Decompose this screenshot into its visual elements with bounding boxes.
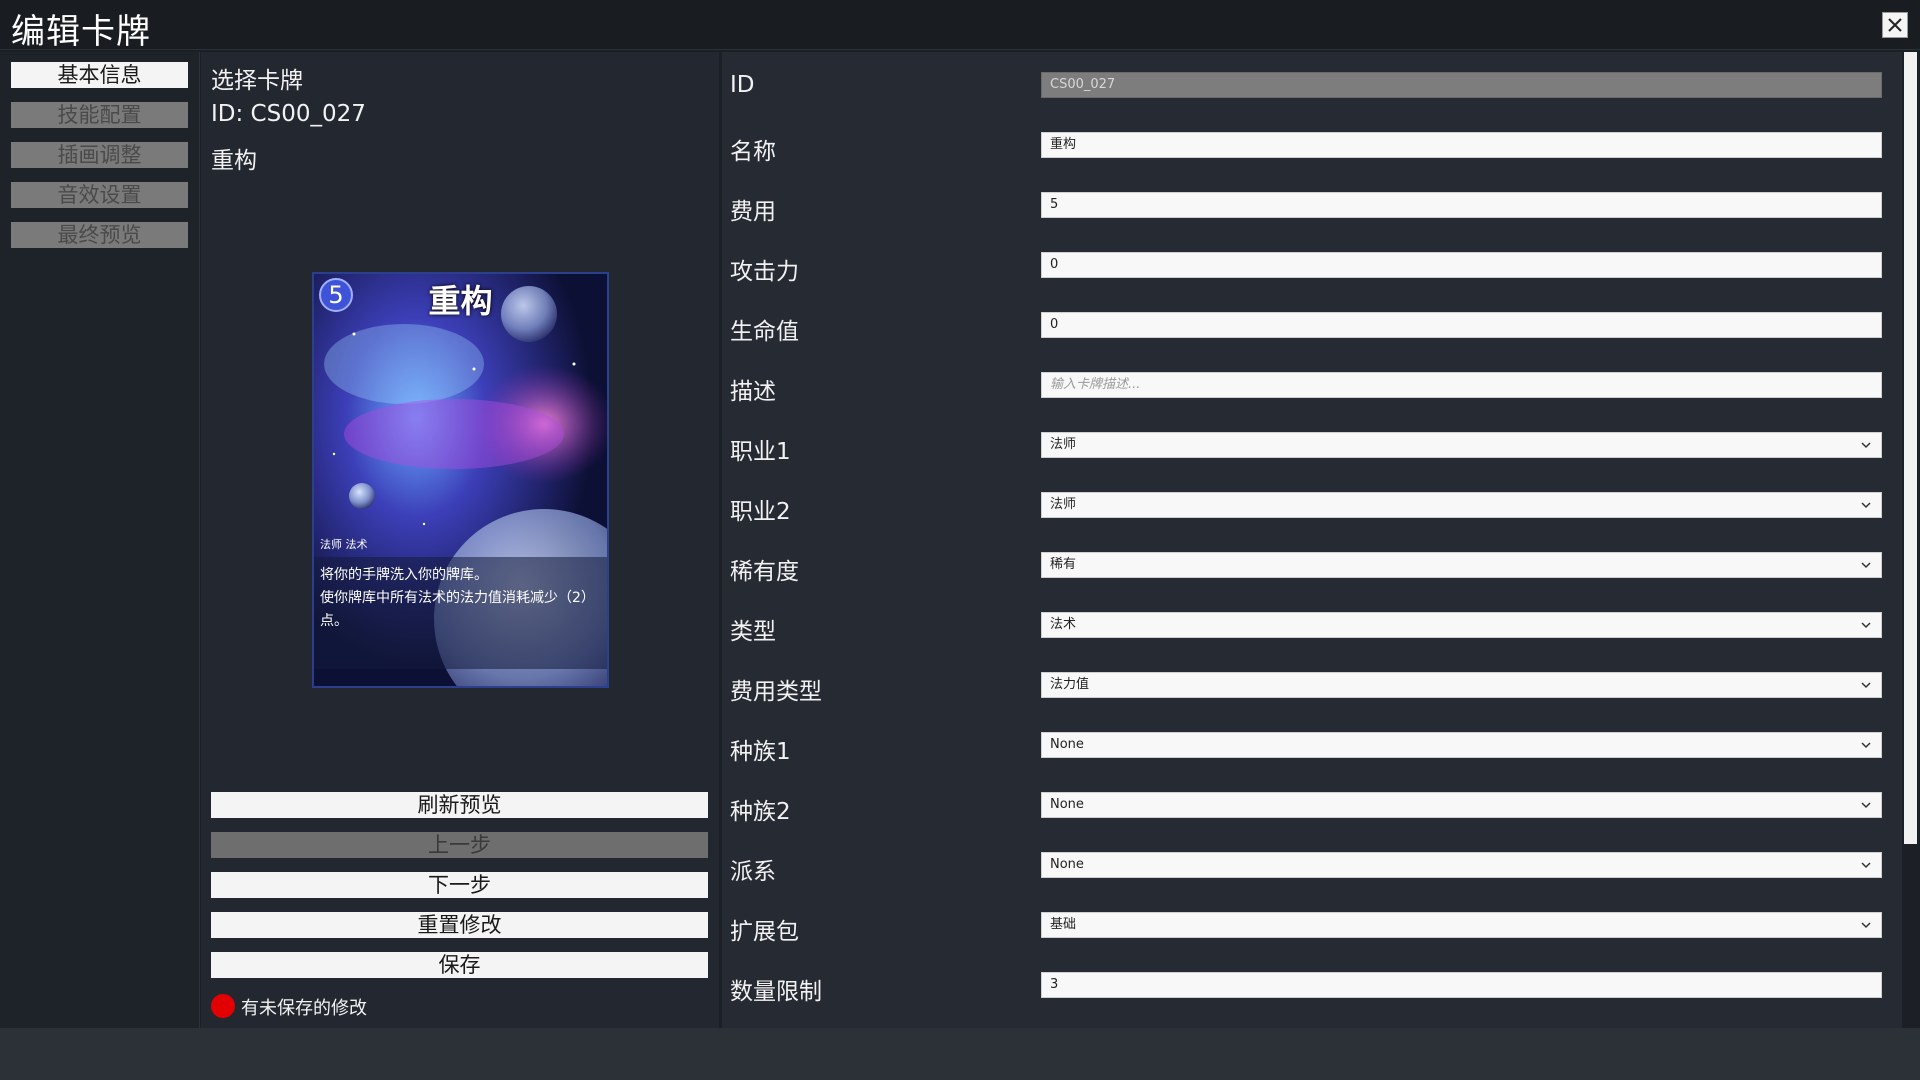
chevron-down-icon	[1859, 913, 1873, 937]
card-title: 重构	[428, 282, 493, 320]
description-field[interactable]: 输入卡牌描述...	[1041, 372, 1882, 398]
class2-select[interactable]: 法师	[1041, 492, 1882, 518]
health-field[interactable]: 0	[1041, 312, 1882, 338]
prev-step-button[interactable]: 上一步	[211, 832, 708, 858]
race1-select-value: None	[1050, 737, 1084, 752]
field-label-health: 生命值	[730, 319, 799, 345]
expansion-select[interactable]: 基础	[1041, 912, 1882, 938]
form-scrollbar[interactable]	[1902, 52, 1918, 1028]
expansion-select-value: 基础	[1050, 917, 1077, 932]
chevron-down-icon	[1859, 733, 1873, 757]
class1-select-value: 法师	[1050, 437, 1077, 452]
nav-art-adjust[interactable]: 插画调整	[11, 142, 188, 168]
faction-select[interactable]: None	[1041, 852, 1882, 878]
nav-skill-config[interactable]: 技能配置	[11, 102, 188, 128]
refresh-preview-button[interactable]: 刷新预览	[211, 792, 708, 818]
chevron-down-icon	[1859, 793, 1873, 817]
next-step-button[interactable]: 下一步	[211, 872, 708, 898]
chevron-down-icon	[1859, 853, 1873, 877]
step-nav: 基本信息 技能配置 插画调整 音效设置 最终预览	[0, 52, 200, 1028]
title-bar: 编辑卡牌	[0, 0, 1920, 52]
field-label-race1: 种族1	[730, 739, 791, 765]
cost-type-select-value: 法力值	[1050, 677, 1090, 692]
class2-select-value: 法师	[1050, 497, 1077, 512]
field-label-name: 名称	[730, 139, 776, 165]
reset-changes-button[interactable]: 重置修改	[211, 912, 708, 938]
bottom-bar	[0, 1028, 1920, 1080]
name-field[interactable]: 重构	[1041, 132, 1882, 158]
edit-card-window: 编辑卡牌 基本信息 技能配置 插画调整 音效设置 最终预览 选择卡牌 ID: C…	[0, 0, 1920, 1080]
field-label-cost-type: 费用类型	[730, 679, 822, 705]
card-tags: 法师 法术	[320, 538, 368, 551]
chevron-down-icon	[1859, 553, 1873, 577]
type-select[interactable]: 法术	[1041, 612, 1882, 638]
attack-field[interactable]: 0	[1041, 252, 1882, 278]
field-label-rarity: 稀有度	[730, 559, 799, 585]
chevron-down-icon	[1859, 673, 1873, 697]
card-preview: 5 重构 法师 法术 将你的手牌洗入你的牌库。 使你牌库中所有法术的法力值消耗减…	[312, 272, 609, 688]
field-label-type: 类型	[730, 619, 776, 645]
close-icon	[1888, 18, 1902, 32]
field-label-race2: 种族2	[730, 799, 791, 825]
faction-select-value: None	[1050, 857, 1084, 872]
field-label-class2: 职业2	[730, 499, 791, 525]
card-preview-panel: 选择卡牌 ID: CS00_027 重构 5 重构 法师 法术 将你的手牌洗入你…	[201, 52, 719, 1028]
field-label-description: 描述	[730, 379, 776, 405]
unsaved-status-text: 有未保存的修改	[241, 998, 367, 1019]
chevron-down-icon	[1859, 613, 1873, 637]
field-label-attack: 攻击力	[730, 259, 799, 285]
chevron-down-icon	[1859, 493, 1873, 517]
class1-select[interactable]: 法师	[1041, 432, 1882, 458]
window-title: 编辑卡牌	[11, 12, 151, 52]
cost-type-select[interactable]: 法力值	[1041, 672, 1882, 698]
type-select-value: 法术	[1050, 617, 1077, 632]
field-label-quantity-limit: 数量限制	[730, 979, 822, 1005]
scrollbar-thumb[interactable]	[1904, 52, 1917, 844]
field-label-class1: 职业1	[730, 439, 791, 465]
nav-final-preview[interactable]: 最终预览	[11, 222, 188, 248]
race2-select[interactable]: None	[1041, 792, 1882, 818]
nav-sound-settings[interactable]: 音效设置	[11, 182, 188, 208]
field-label-id: ID	[730, 72, 755, 98]
race1-select[interactable]: None	[1041, 732, 1882, 758]
rarity-select-value: 稀有	[1050, 557, 1077, 572]
nav-basic-info[interactable]: 基本信息	[11, 62, 188, 88]
save-button[interactable]: 保存	[211, 952, 708, 978]
field-label-faction: 派系	[730, 859, 776, 885]
field-label-expansion: 扩展包	[730, 919, 799, 945]
card-id-text: ID: CS00_027	[211, 101, 366, 127]
card-description: 将你的手牌洗入你的牌库。 使你牌库中所有法术的法力值消耗减少（2）点。	[320, 567, 595, 629]
field-label-cost: 费用	[730, 199, 776, 225]
cost-field[interactable]: 5	[1041, 192, 1882, 218]
card-form-panel: ID CS00_027 名称 重构 费用 5 攻击力 0 生命值 0 描述 输入…	[722, 52, 1904, 1028]
chevron-down-icon	[1859, 433, 1873, 457]
close-button[interactable]	[1882, 12, 1908, 38]
select-card-heading: 选择卡牌	[211, 68, 303, 94]
card-name-text: 重构	[211, 148, 257, 174]
unsaved-indicator-dot	[211, 994, 235, 1018]
rarity-select[interactable]: 稀有	[1041, 552, 1882, 578]
race2-select-value: None	[1050, 797, 1084, 812]
quantity-limit-field[interactable]: 3	[1041, 972, 1882, 998]
id-field: CS00_027	[1041, 72, 1882, 98]
